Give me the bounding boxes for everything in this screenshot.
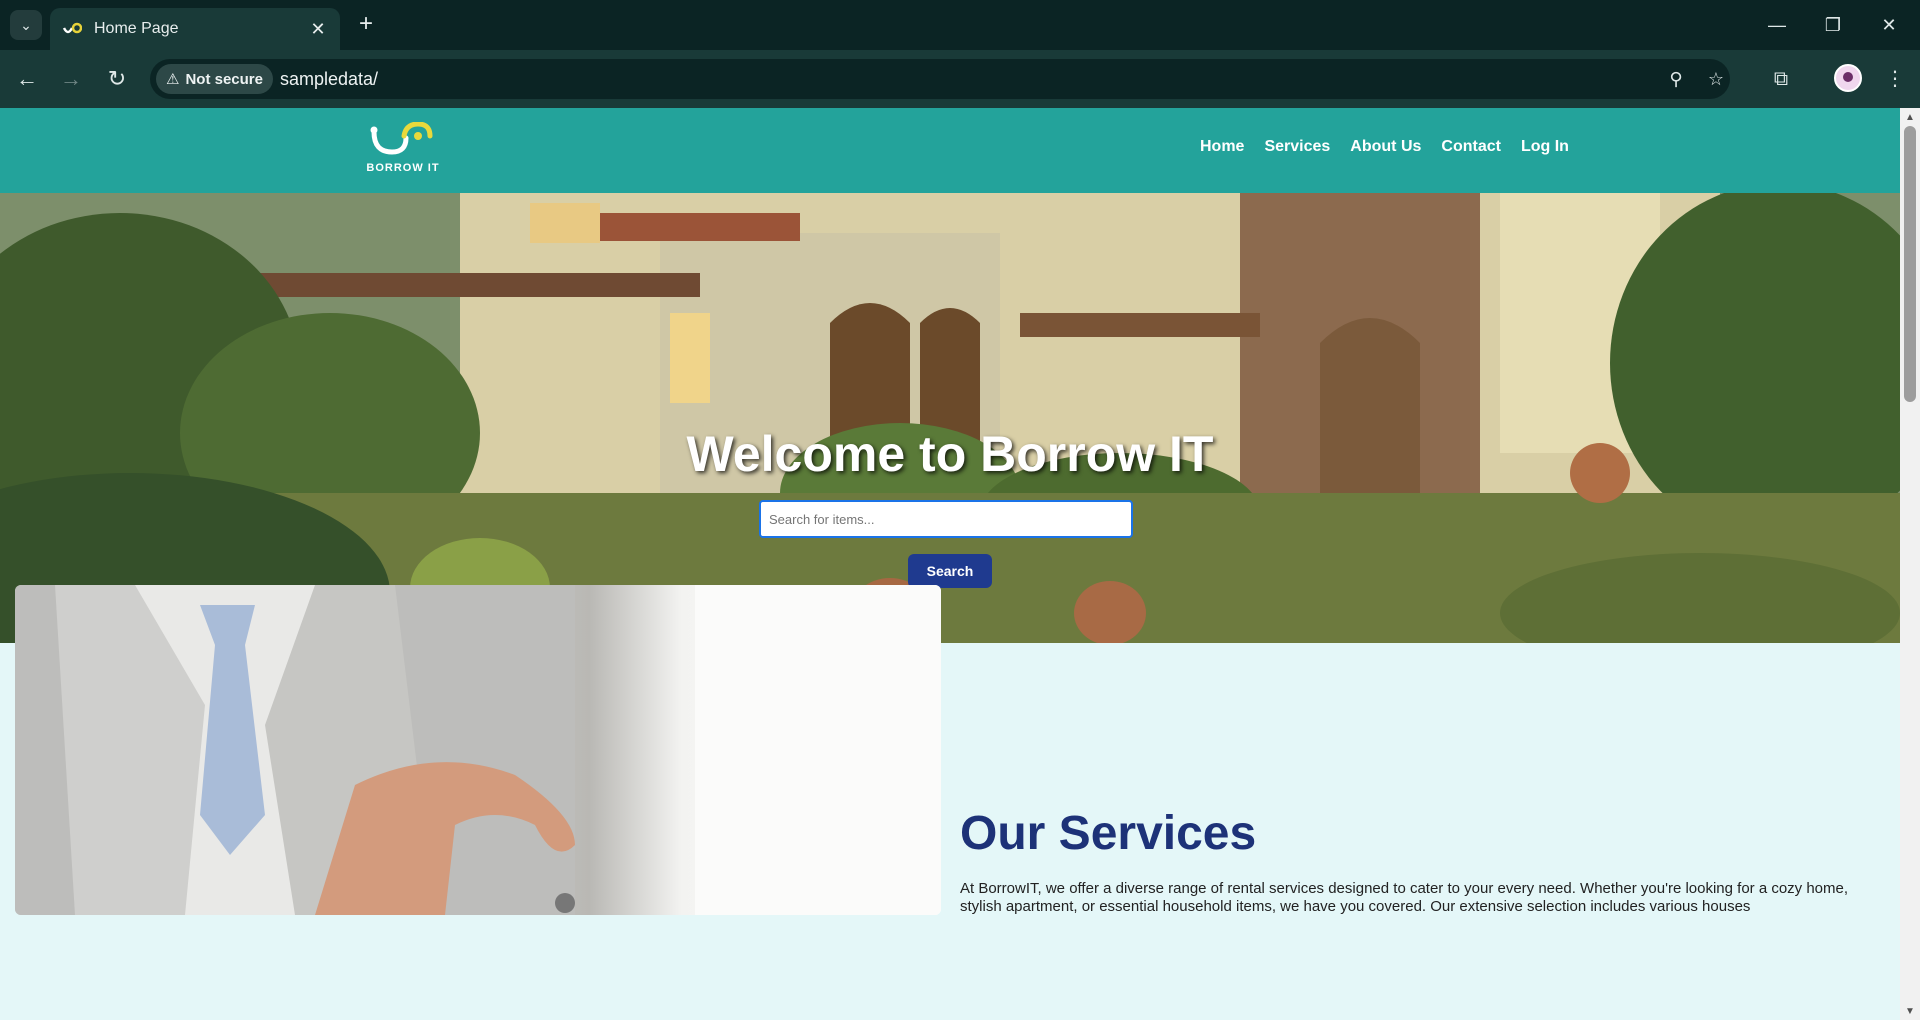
nav-services[interactable]: Services [1264, 138, 1330, 156]
logo-mark-icon [370, 121, 433, 155]
reload-icon[interactable]: ↻ [102, 64, 132, 94]
tab-close-icon[interactable]: ✕ [308, 19, 328, 40]
services-image [15, 585, 941, 915]
hero-search-button[interactable]: Search [908, 554, 992, 588]
site-nav: Home Services About Us Contact Log In [1200, 138, 1569, 156]
page-viewport: BORROW IT Home Services About Us Contact… [0, 108, 1920, 1020]
warning-icon: ⚠ [166, 71, 180, 88]
browser-tab[interactable]: Home Page ✕ [50, 8, 340, 50]
zoom-icon[interactable]: ⚲ [1664, 67, 1688, 91]
url-text[interactable]: sampledata/ [280, 69, 378, 90]
nav-home[interactable]: Home [1200, 138, 1244, 156]
site-logo[interactable]: BORROW IT [360, 121, 446, 180]
logo-text: BORROW IT [366, 162, 440, 174]
extensions-icon[interactable]: ⧉ [1766, 64, 1796, 94]
site-header: BORROW IT Home Services About Us Contact… [0, 108, 1900, 193]
security-chip[interactable]: ⚠ Not secure [156, 64, 273, 94]
profile-avatar[interactable] [1834, 64, 1862, 92]
address-bar[interactable]: ⚠ Not secure sampledata/ ⚲ ☆ [150, 59, 1730, 99]
services-description: At BorrowIT, we offer a diverse range of… [960, 880, 1849, 915]
businessman-keys-image [15, 585, 941, 915]
tab-title: Home Page [94, 20, 179, 37]
tab-search-dropdown-icon[interactable]: ⌄ [10, 10, 42, 40]
scroll-up-icon[interactable]: ▲ [1900, 110, 1920, 126]
forward-icon[interactable]: → [56, 64, 86, 94]
browser-toolbar: ← → ↻ ⚠ Not secure sampledata/ ⚲ ☆ ⧉ ⋮ [0, 50, 1920, 108]
hero-section: Welcome to Borrow IT Search [0, 193, 1900, 643]
scroll-down-icon[interactable]: ▼ [1900, 1004, 1920, 1020]
window-close-icon[interactable]: ✕ [1866, 10, 1912, 40]
services-title: Our Services [960, 807, 1257, 860]
browser-tab-bar: ⌄ Home Page ✕ + — ❐ ✕ [0, 0, 1920, 50]
nav-about-us[interactable]: About Us [1350, 138, 1421, 156]
page-scrollbar[interactable]: ▲ ▼ [1900, 108, 1920, 1020]
back-icon[interactable]: ← [12, 64, 42, 94]
restore-icon[interactable]: ❐ [1810, 10, 1856, 40]
menu-kebab-icon[interactable]: ⋮ [1880, 64, 1910, 94]
hero-title: Welcome to Borrow IT [686, 426, 1214, 482]
nav-contact[interactable]: Contact [1441, 138, 1501, 156]
scroll-thumb[interactable] [1904, 126, 1916, 402]
bookmark-star-icon[interactable]: ☆ [1704, 67, 1728, 91]
minimize-icon[interactable]: — [1754, 10, 1800, 40]
hero-search-input[interactable] [759, 500, 1133, 538]
security-label: Not secure [185, 70, 263, 88]
site-favicon-icon [62, 22, 82, 34]
nav-log-in[interactable]: Log In [1521, 138, 1569, 156]
new-tab-button[interactable]: + [352, 11, 380, 39]
